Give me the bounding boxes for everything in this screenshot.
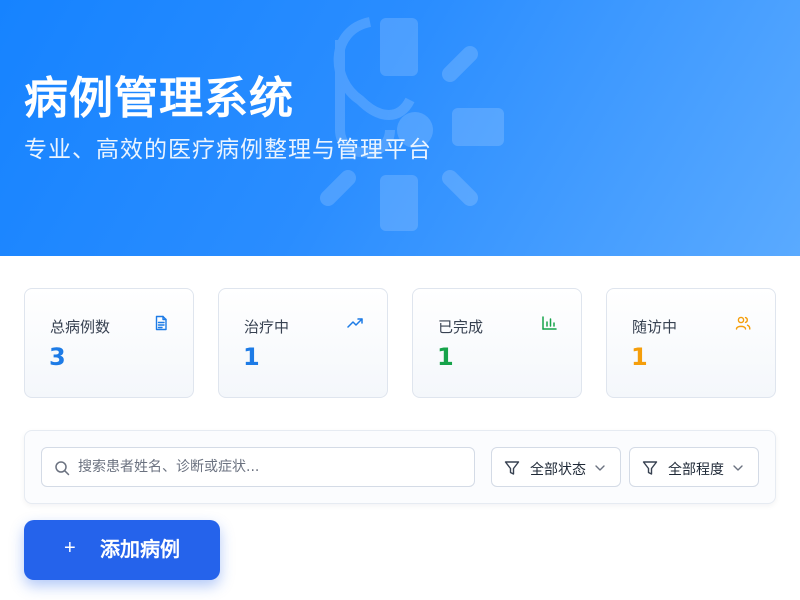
status-filter-select[interactable]: 全部状态 (491, 447, 621, 487)
filter-icon (642, 461, 658, 475)
chevron-down-icon (733, 465, 743, 471)
severity-filter-label: 全部程度 (668, 462, 724, 478)
page-title: 病例管理系统 (24, 73, 294, 124)
stat-value: 1 (631, 343, 648, 371)
plus-icon: + (64, 537, 76, 559)
stat-label: 治疗中 (244, 318, 290, 336)
stat-card-completed: 已完成 1 (412, 288, 582, 398)
severity-filter-select[interactable]: 全部程度 (629, 447, 759, 487)
stats-row: 总病例数 3 治疗中 1 已完成 1 随访中 1 (24, 288, 776, 398)
status-filter-label: 全部状态 (530, 462, 586, 478)
search-icon (55, 461, 70, 476)
stat-card-in-treatment: 治疗中 1 (218, 288, 388, 398)
filter-icon (504, 461, 520, 475)
users-icon (735, 316, 751, 330)
stat-card-total: 总病例数 3 (24, 288, 194, 398)
document-icon (155, 315, 167, 331)
search-filter-panel: 全部状态 全部程度 (24, 430, 776, 504)
search-box[interactable] (41, 447, 475, 487)
stat-label: 已完成 (438, 318, 484, 336)
stat-value: 1 (243, 343, 260, 371)
add-case-label: 添加病例 (100, 537, 180, 561)
chevron-down-icon (595, 465, 605, 471)
search-input[interactable] (78, 448, 468, 486)
trending-up-icon (347, 318, 363, 328)
add-case-button[interactable]: + 添加病例 (24, 520, 220, 580)
page-subtitle: 专业、高效的医疗病例整理与管理平台 (24, 137, 432, 163)
stat-value: 1 (437, 343, 454, 371)
bar-chart-icon (542, 316, 557, 330)
stat-label: 随访中 (632, 318, 678, 336)
stat-label: 总病例数 (50, 318, 111, 336)
stat-card-follow-up: 随访中 1 (606, 288, 776, 398)
stethoscope-icon (320, 17, 504, 231)
hero-banner: 病例管理系统 专业、高效的医疗病例整理与管理平台 (0, 0, 800, 256)
stat-value: 3 (49, 343, 66, 371)
